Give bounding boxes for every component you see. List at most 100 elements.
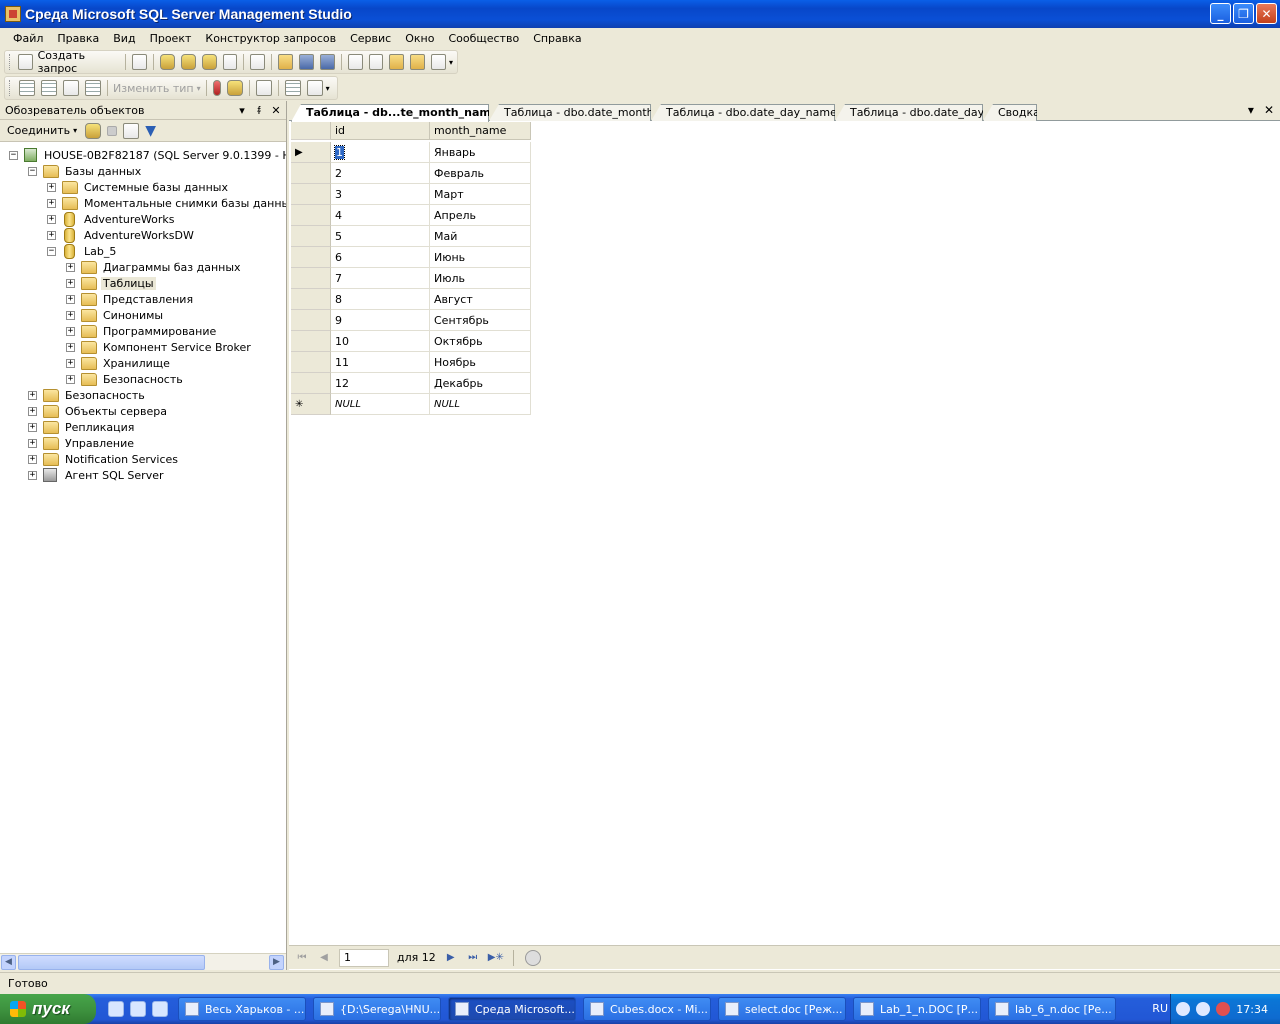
- tree-node[interactable]: + Синонимы: [66, 307, 165, 323]
- tab-date-month-name[interactable]: Таблица - db...te_month_name: [291, 104, 489, 122]
- scroll-left-icon[interactable]: ◀: [1, 955, 16, 970]
- close-document-icon[interactable]: ✕: [1264, 103, 1274, 117]
- close-icon[interactable]: ✕: [269, 104, 283, 117]
- expand-icon[interactable]: +: [28, 454, 37, 464]
- taskbar-button[interactable]: select.doc [Реж...: [718, 997, 846, 1021]
- cell-id[interactable]: 3: [331, 184, 430, 205]
- cell-id[interactable]: 6: [331, 247, 430, 268]
- cell-month-name[interactable]: Ноябрь: [430, 352, 531, 373]
- cell-id[interactable]: 12: [331, 373, 430, 394]
- cell-month-name[interactable]: Январь: [430, 142, 531, 163]
- cell-month-name[interactable]: Февраль: [430, 163, 531, 184]
- tree-node[interactable]: + Репликация: [28, 419, 136, 435]
- corner-header[interactable]: [291, 122, 331, 140]
- scrollbar-thumb[interactable]: [18, 955, 205, 970]
- menu-help[interactable]: Справка: [526, 32, 588, 45]
- expand-icon[interactable]: +: [47, 230, 56, 240]
- expand-icon[interactable]: +: [66, 278, 75, 288]
- tree-node[interactable]: + Notification Services: [28, 451, 180, 467]
- toolbar-overflow-icon[interactable]: ▾: [326, 84, 330, 93]
- toolbar-grip[interactable]: [9, 80, 12, 96]
- mdx-query-icon[interactable]: [160, 54, 175, 70]
- taskbar-button[interactable]: Среда Microsoft...: [448, 997, 576, 1021]
- row-header[interactable]: ✳: [291, 394, 331, 415]
- cell-month-name[interactable]: Июль: [430, 268, 531, 289]
- minimize-button[interactable]: _: [1210, 3, 1231, 24]
- add-derived-table-icon[interactable]: [306, 80, 323, 96]
- execute-sql-icon[interactable]: [212, 80, 221, 96]
- group-by-icon[interactable]: [255, 80, 272, 96]
- disconnect-icon[interactable]: [85, 122, 102, 139]
- save-icon[interactable]: [299, 54, 314, 70]
- expand-icon[interactable]: +: [66, 342, 75, 352]
- tree-node[interactable]: + Системные базы данных: [47, 179, 230, 195]
- row-header[interactable]: [291, 226, 331, 247]
- start-button[interactable]: пуск: [0, 994, 96, 1024]
- collapse-icon[interactable]: −: [28, 166, 37, 176]
- tree-node[interactable]: + AdventureWorks: [47, 211, 176, 227]
- tree-node[interactable]: + Объекты сервера: [28, 403, 169, 419]
- cell-month-name[interactable]: Март: [430, 184, 531, 205]
- cell-id[interactable]: 1: [331, 142, 430, 163]
- cell-id[interactable]: 8: [331, 289, 430, 310]
- row-header[interactable]: [291, 373, 331, 394]
- cell-id[interactable]: 11: [331, 352, 430, 373]
- expand-icon[interactable]: +: [66, 294, 75, 304]
- cell-month-name[interactable]: Сентябрь: [430, 310, 531, 331]
- new-record-icon[interactable]: ▶✳: [488, 951, 504, 965]
- expand-icon[interactable]: +: [28, 438, 37, 448]
- row-header[interactable]: [291, 163, 331, 184]
- tree-node[interactable]: + Хранилище: [66, 355, 172, 371]
- expand-icon[interactable]: +: [66, 358, 75, 368]
- save-all-icon[interactable]: [319, 54, 335, 70]
- cell-id[interactable]: 10: [331, 331, 430, 352]
- tab-date-month[interactable]: Таблица - dbo.date_month: [489, 104, 651, 121]
- row-header[interactable]: [291, 289, 331, 310]
- show-results-pane-icon[interactable]: [85, 80, 101, 96]
- expand-icon[interactable]: +: [28, 422, 37, 432]
- tab-date-day-name[interactable]: Таблица - dbo.date_day_name: [651, 104, 835, 121]
- menu-edit[interactable]: Правка: [50, 32, 106, 45]
- tree-node[interactable]: − Базы данных: [28, 163, 143, 179]
- cell-month-name[interactable]: Июнь: [430, 247, 531, 268]
- antivirus-icon[interactable]: [1216, 1002, 1231, 1016]
- tree-node[interactable]: + Диаграммы баз данных: [66, 259, 243, 275]
- tab-list-icon[interactable]: ▾: [1248, 103, 1254, 117]
- expand-icon[interactable]: +: [47, 182, 56, 192]
- row-header[interactable]: ▶: [291, 142, 331, 163]
- expand-icon[interactable]: +: [28, 390, 37, 400]
- show-desktop-icon[interactable]: [108, 1001, 124, 1017]
- explorer-icon[interactable]: [130, 1001, 146, 1017]
- tree-node[interactable]: + Моментальные снимки базы данных: [47, 195, 286, 211]
- new-query-button[interactable]: Создать запрос: [16, 49, 122, 75]
- cell-month-name[interactable]: Август: [430, 289, 531, 310]
- add-table-icon[interactable]: [284, 80, 301, 96]
- tree-node[interactable]: + Представления: [66, 291, 195, 307]
- template-explorer-icon[interactable]: [389, 54, 405, 70]
- taskbar-button[interactable]: Весь Харьков - ...: [178, 997, 306, 1021]
- last-record-icon[interactable]: ⏭: [466, 951, 480, 965]
- row-header[interactable]: [291, 352, 331, 373]
- row-header[interactable]: [291, 247, 331, 268]
- previous-record-icon[interactable]: ◀: [317, 951, 331, 965]
- row-header[interactable]: [291, 205, 331, 226]
- tree-node[interactable]: + Компонент Service Broker: [66, 339, 253, 355]
- taskbar-button[interactable]: Lab_1_n.DOC [Р...: [853, 997, 981, 1021]
- cell-month-name[interactable]: NULL: [430, 394, 531, 415]
- open-file-icon[interactable]: [278, 54, 294, 70]
- horizontal-scrollbar[interactable]: ◀ ▶: [0, 953, 286, 970]
- column-header-id[interactable]: id: [331, 122, 430, 140]
- expand-icon[interactable]: +: [28, 406, 37, 416]
- sql-mobile-query-icon[interactable]: [222, 54, 238, 70]
- panel-dropdown-icon[interactable]: ▾: [235, 104, 249, 117]
- menu-query-designer[interactable]: Конструктор запросов: [198, 32, 343, 45]
- cell-month-name[interactable]: Апрель: [430, 205, 531, 226]
- new-project-icon[interactable]: [250, 54, 266, 70]
- toolbar-overflow-icon[interactable]: ▾: [449, 58, 453, 67]
- expand-icon[interactable]: +: [66, 262, 75, 272]
- show-criteria-pane-icon[interactable]: [41, 80, 57, 96]
- menu-window[interactable]: Окно: [398, 32, 441, 45]
- expand-icon[interactable]: +: [66, 326, 75, 336]
- pin-icon[interactable]: ᵮ: [252, 104, 266, 117]
- row-header[interactable]: [291, 331, 331, 352]
